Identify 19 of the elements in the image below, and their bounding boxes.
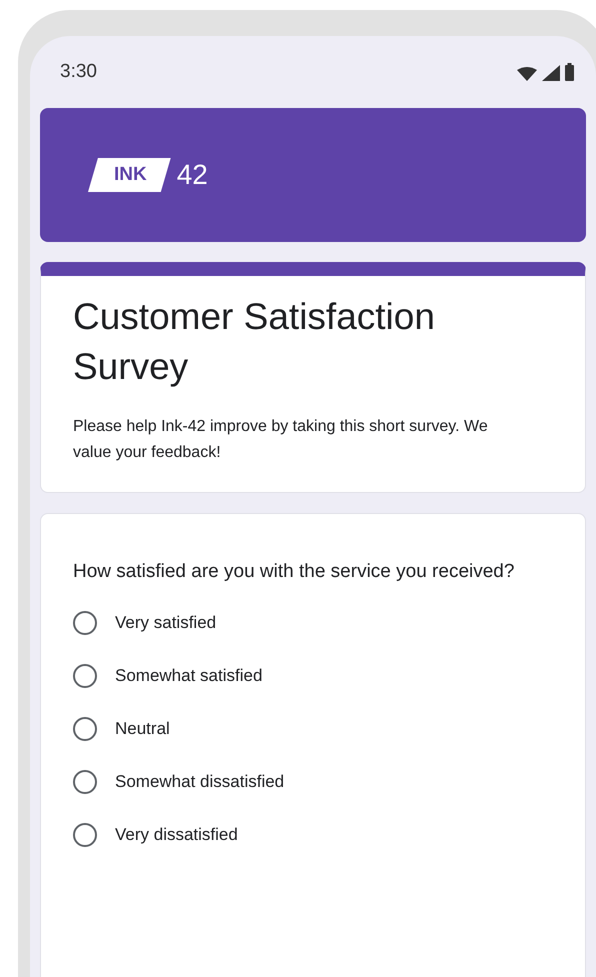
radio-button[interactable]: [73, 611, 97, 635]
status-time: 3:30: [60, 61, 97, 83]
logo-badge: INK: [88, 158, 171, 192]
wifi-icon: [517, 67, 537, 81]
option-label[interactable]: Neutral: [115, 719, 170, 739]
option-label[interactable]: Very satisfied: [115, 613, 216, 633]
form-title: Customer Satisfaction Survey: [73, 295, 436, 389]
radio-button[interactable]: [73, 664, 97, 688]
logo-text: 42: [176, 159, 208, 191]
battery-icon: [565, 63, 574, 81]
radio-button[interactable]: [73, 823, 97, 847]
option-label[interactable]: Somewhat dissatisfied: [115, 772, 284, 792]
option-label[interactable]: Very dissatisfied: [115, 825, 238, 845]
signal-icon: [542, 65, 560, 81]
form-description: Please help Ink-42 improve by taking this short survey. We value your feedback!: [73, 417, 489, 463]
question-text: How satisfied are you with the service you received?: [73, 560, 516, 584]
radio-button[interactable]: [73, 717, 97, 741]
option-label[interactable]: Somewhat satisfied: [115, 666, 262, 686]
radio-button[interactable]: [73, 770, 97, 794]
